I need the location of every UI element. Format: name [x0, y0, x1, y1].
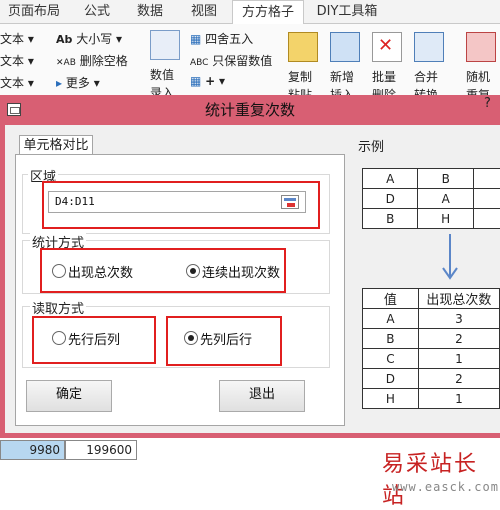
- delete-space-button[interactable]: ✕AB 删除空格: [56, 52, 128, 69]
- example-input-table: A B D A B H: [362, 168, 500, 229]
- table-row: A B: [363, 169, 500, 189]
- example-output-table: 值 出现总次数 A 3 B 2 C 1 D 2 H 1: [362, 288, 500, 409]
- copy-paste-icon: [288, 32, 318, 62]
- table-cell: [473, 209, 500, 229]
- table-row: D 2: [363, 369, 500, 389]
- random-label[interactable]: 随机: [466, 68, 490, 85]
- table-header: 值: [363, 289, 419, 309]
- dialog-title: 统计重复次数: [0, 95, 500, 125]
- number-entry-icon: [150, 30, 180, 60]
- merge-label[interactable]: 合并: [414, 68, 438, 85]
- ribbon-item-text-3[interactable]: 文本 ▾: [0, 74, 34, 91]
- add-label[interactable]: 新增: [330, 68, 354, 85]
- table-cell: B: [363, 329, 419, 349]
- table-row: A 3: [363, 309, 500, 329]
- table-cell: B: [363, 209, 418, 229]
- ribbon-item-text-2[interactable]: 文本 ▾: [0, 52, 34, 69]
- plus-button[interactable]: ▦ + ▾: [190, 74, 225, 88]
- batch-label[interactable]: 批量: [372, 68, 396, 85]
- tab-data[interactable]: 数据: [126, 0, 174, 24]
- round-button[interactable]: ▦ 四舍五入: [190, 30, 253, 47]
- sheet-cell[interactable]: 199600: [65, 440, 137, 460]
- keep-values-button[interactable]: ABC 只保留数值: [190, 52, 272, 69]
- read-group-label: 读取方式: [30, 298, 86, 317]
- table-cell: 2: [418, 329, 499, 349]
- table-row: B H: [363, 209, 500, 229]
- batch-delete-icon: ✕: [372, 32, 402, 62]
- tab-fangfang[interactable]: 方方格子: [232, 0, 304, 26]
- table-cell: 3: [418, 309, 499, 329]
- ribbon-item-text-1[interactable]: 文本 ▾: [0, 30, 34, 47]
- number-entry-label[interactable]: 数值: [150, 66, 174, 83]
- table-cell: A: [363, 169, 418, 189]
- sheet-cell[interactable]: 9980: [0, 440, 65, 460]
- table-cell: A: [418, 189, 473, 209]
- table-cell: 1: [418, 349, 499, 369]
- table-row: 值 出现总次数: [363, 289, 500, 309]
- tab-page-layout[interactable]: 页面布局: [2, 0, 66, 24]
- tab-diy-toolbox[interactable]: DIY工具箱: [312, 0, 382, 24]
- exit-button[interactable]: 退出: [219, 380, 305, 412]
- tab-formulas[interactable]: 公式: [70, 0, 124, 24]
- table-cell: B: [418, 169, 473, 189]
- table-row: D A: [363, 189, 500, 209]
- table-cell: [473, 169, 500, 189]
- table-cell: D: [363, 189, 418, 209]
- table-header: 出现总次数: [418, 289, 499, 309]
- table-cell: D: [363, 369, 419, 389]
- ribbon-panel: 文本 ▾ 文本 ▾ 文本 ▾ Ab 大小写 ▾ ✕AB 删除空格 ▸ 更多 ▾ …: [0, 24, 500, 98]
- table-cell: H: [418, 209, 473, 229]
- table-row: H 1: [363, 389, 500, 409]
- copy-label[interactable]: 复制: [288, 68, 312, 85]
- table-cell: 1: [418, 389, 499, 409]
- watermark-url: www.easck.com: [392, 480, 499, 494]
- tab-view[interactable]: 视图: [180, 0, 228, 24]
- ok-button[interactable]: 确定: [26, 380, 112, 412]
- table-row: B 2: [363, 329, 500, 349]
- table-cell: A: [363, 309, 419, 329]
- watermark-title: 易采站长站: [382, 446, 500, 510]
- highlight-range: [42, 181, 320, 229]
- highlight-stat-options: [40, 248, 286, 293]
- highlight-column-first: [166, 316, 282, 366]
- merge-icon: [414, 32, 444, 62]
- example-label: 示例: [358, 136, 384, 155]
- ribbon-tab-bar: 页面布局 公式 数据 视图 方方格子 DIY工具箱: [0, 0, 500, 24]
- table-cell: H: [363, 389, 419, 409]
- case-button[interactable]: Ab 大小写 ▾: [56, 30, 122, 47]
- help-icon[interactable]: ?: [484, 96, 491, 111]
- tab-cell-compare[interactable]: 单元格对比: [19, 135, 93, 155]
- dialog-title-bar[interactable]: 统计重复次数 ?: [0, 95, 500, 125]
- table-cell: 2: [418, 369, 499, 389]
- arrow-down-icon: [440, 232, 460, 284]
- random-icon: [466, 32, 496, 62]
- table-row: C 1: [363, 349, 500, 369]
- insert-icon: [330, 32, 360, 62]
- table-cell: C: [363, 349, 419, 369]
- more-button[interactable]: ▸ 更多 ▾: [56, 74, 100, 91]
- table-cell: [473, 189, 500, 209]
- highlight-row-first: [32, 316, 156, 364]
